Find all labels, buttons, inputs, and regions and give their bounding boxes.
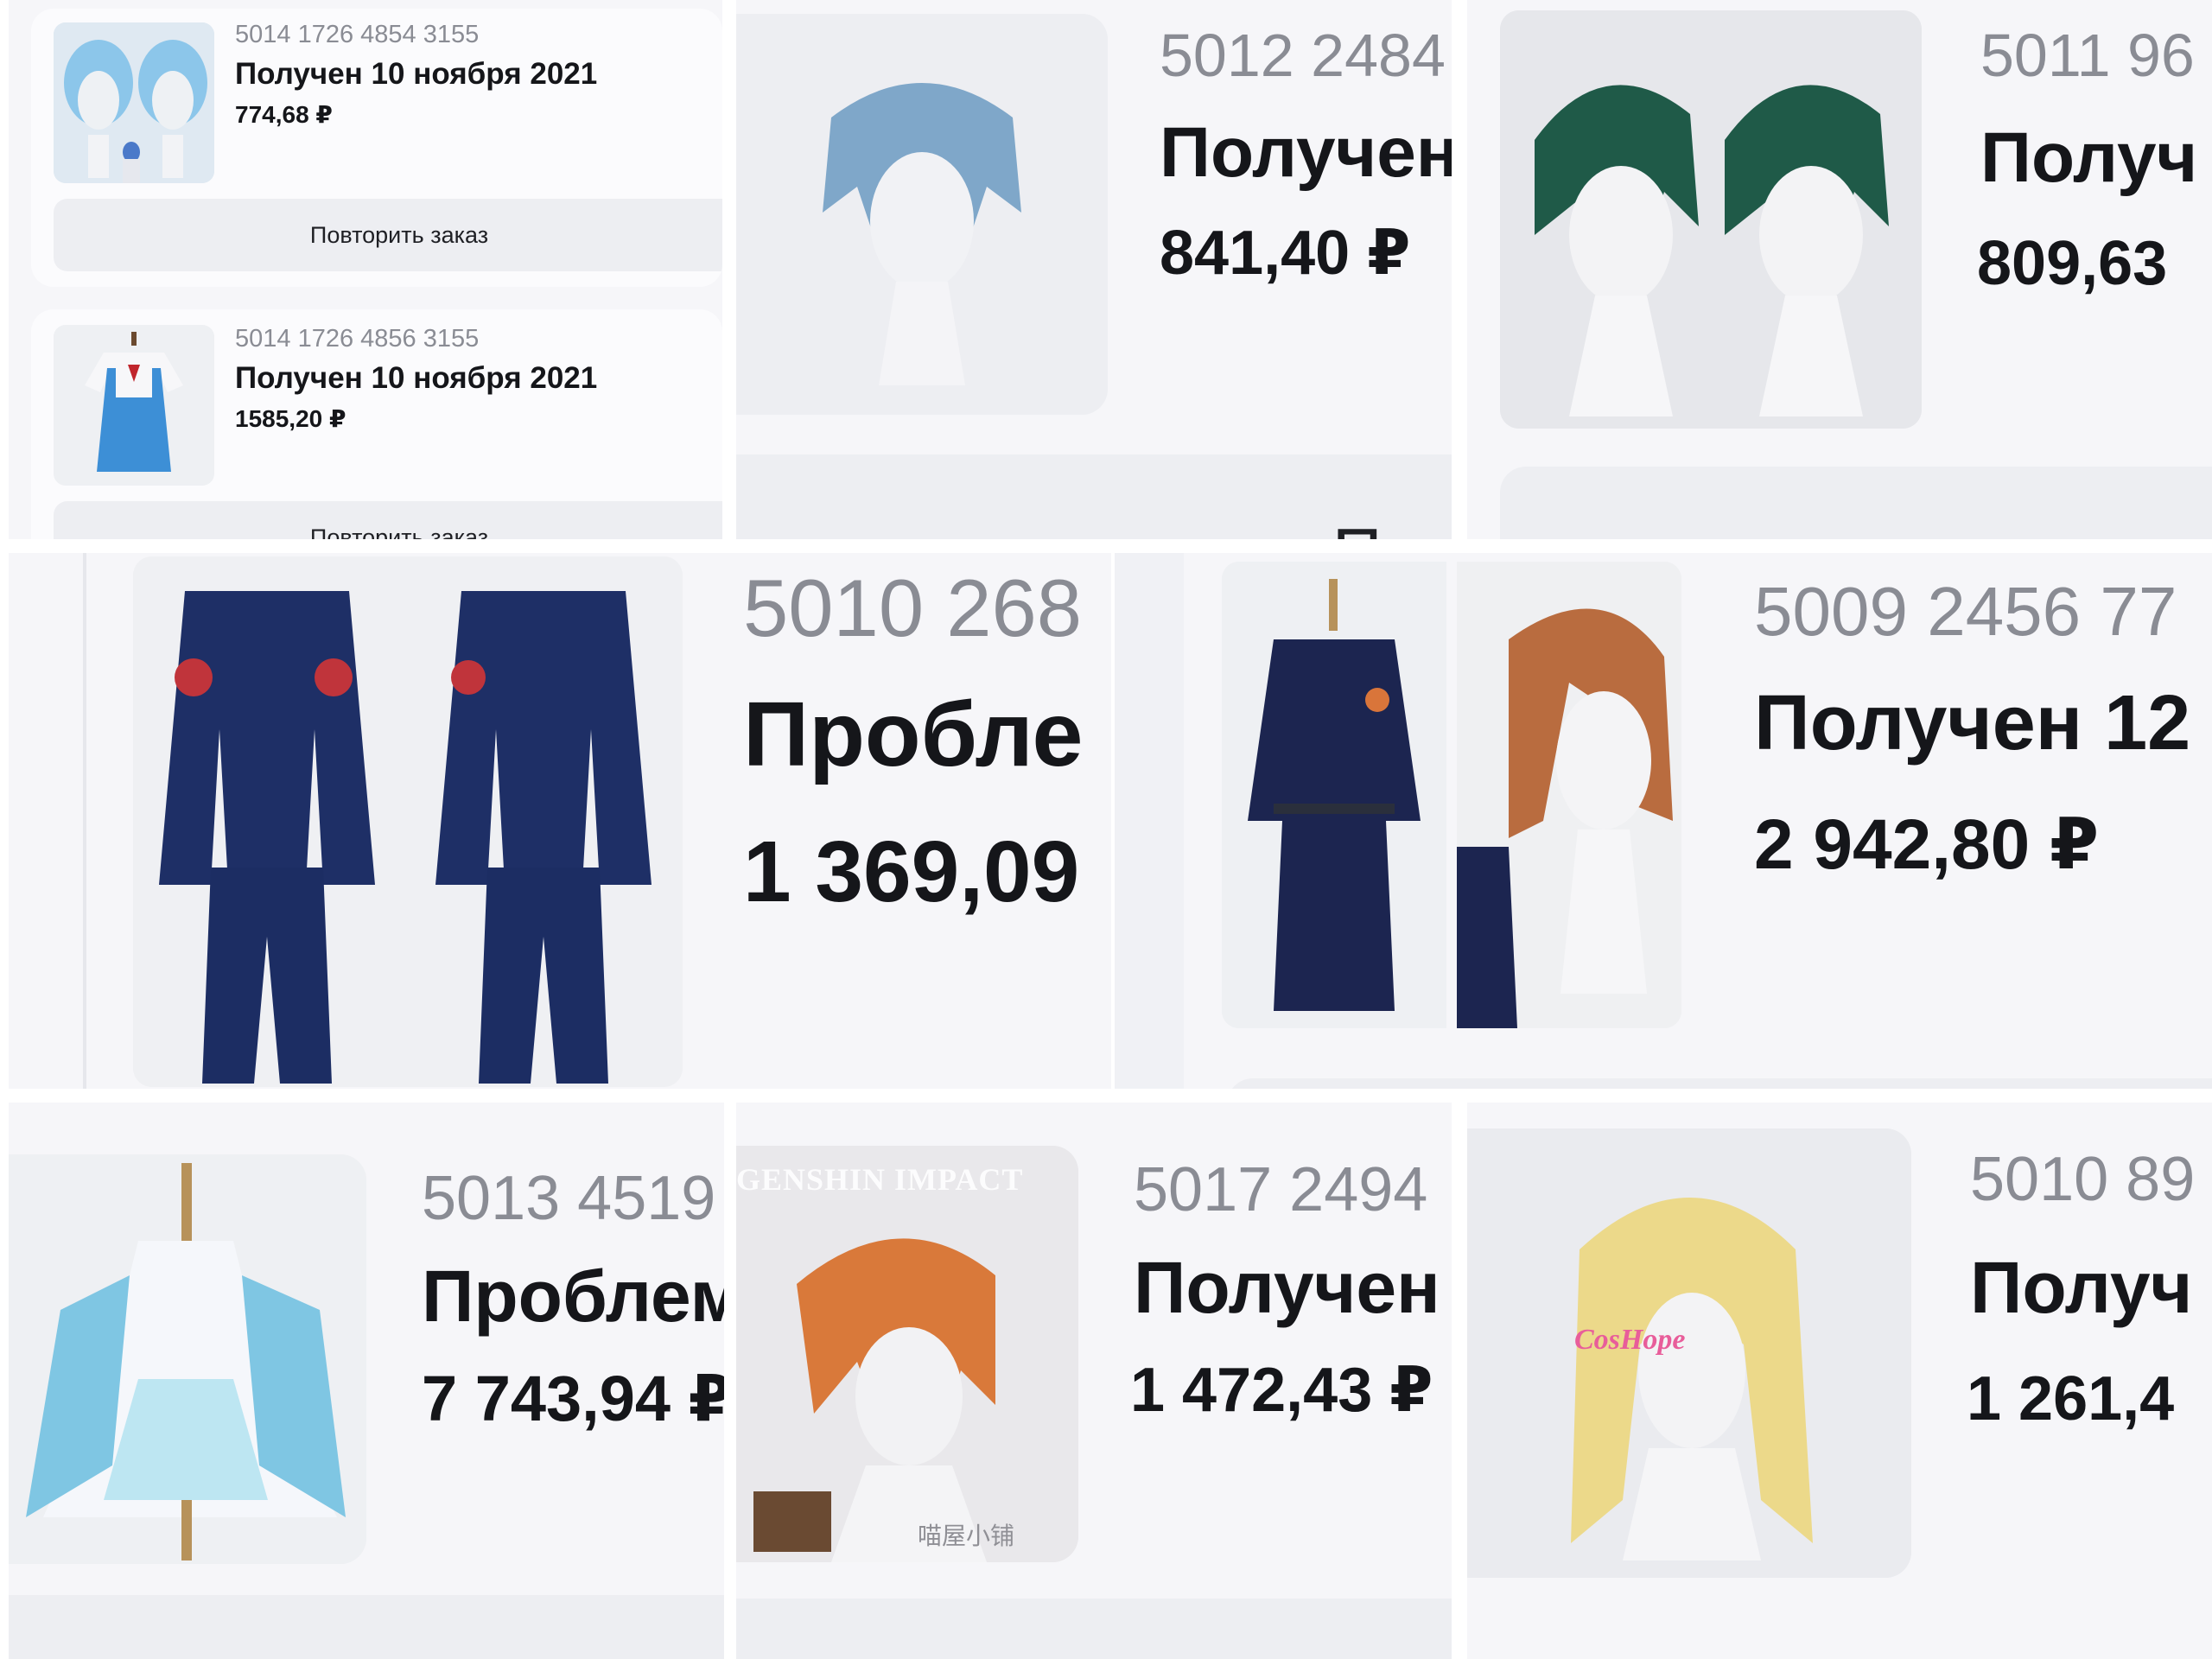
tile-order-5011[interactable]: 5011 96 Получ 809,63 [1467, 0, 2212, 539]
divider [0, 539, 2212, 553]
repeat-order-button-partial[interactable] [1500, 467, 2212, 539]
order-price: 1 261,4 [1967, 1364, 2175, 1433]
tile-orders-1: 5014 1726 4854 3155 Получен 10 ноября 20… [9, 0, 722, 539]
blonde-wig-image[interactable] [1467, 1128, 1911, 1578]
card-edge [83, 553, 86, 1089]
divider [0, 1089, 2212, 1103]
light-blue-wig-image[interactable] [736, 14, 1108, 415]
order-price: 841,40 ₽ [1160, 219, 1411, 288]
repeat-order-button-partial[interactable] [9, 1595, 724, 1659]
repeat-order-button[interactable]: Повторить заказ [54, 501, 722, 539]
order-price: 7 743,94 ₽ [422, 1363, 724, 1434]
order-price: 809,63 [1977, 229, 2168, 298]
watermark-text: CosHope [1574, 1324, 1686, 1356]
dress-costume-image[interactable] [9, 1154, 366, 1564]
order-number: 5010 268 [743, 563, 1083, 653]
order-price: 1 369,09 [743, 823, 1080, 920]
tile-order-5010-89[interactable]: CosHope 5010 89 Получ 1 261,4 [1467, 1103, 2212, 1659]
order-price: 2 942,80 ₽ [1754, 805, 2100, 884]
divider [1452, 0, 1467, 539]
green-wig-image[interactable] [1500, 10, 1922, 429]
watermark-small-text: 喵屋小铺 [918, 1522, 1015, 1550]
order-number: 5009 2456 77 [1754, 573, 2177, 650]
order-price: 1 472,43 ₽ [1130, 1356, 1433, 1425]
repeat-order-button-partial[interactable] [736, 1599, 1452, 1659]
tile-order-5009[interactable]: 5009 2456 77 Получен 12 2 942,80 ₽ [1115, 553, 2212, 1089]
navy-uniform-image[interactable] [133, 556, 683, 1087]
order-number: 5012 2484 [1160, 22, 1446, 89]
tile-order-5013[interactable]: 5013 4519 Проблем 7 743,94 ₽ [9, 1103, 724, 1659]
tile-order-5012[interactable]: 5012 2484 Получен 841,40 ₽ Повт [736, 0, 1452, 539]
order-number: 5011 96 [1980, 22, 2195, 89]
tile-order-5017[interactable]: GENSHIN IMPACT 喵屋小铺 5017 2494 Получен 1 … [736, 1103, 1452, 1659]
order-card[interactable]: 5014 1726 4856 3155 Получен 10 ноября 20… [31, 309, 722, 539]
order-number: 5010 89 [1970, 1145, 2196, 1214]
order-number: 5017 2494 [1134, 1155, 1428, 1224]
repeat-order-button-partial[interactable] [1227, 1078, 2212, 1089]
order-status: Пробле [743, 683, 1084, 785]
order-status: Получ [1980, 118, 2198, 197]
order-card[interactable]: 5014 1726 4854 3155 Получен 10 ноября 20… [31, 9, 722, 287]
order-status: Получен [1160, 113, 1452, 192]
brown-wig-image[interactable] [1457, 562, 1681, 1028]
order-number: 5013 4519 [422, 1164, 716, 1233]
order-number: 5014 1726 4856 3155 [235, 325, 480, 353]
watermark-text: GENSHIN IMPACT [736, 1162, 1024, 1197]
order-price: 1585,20 ₽ [235, 405, 346, 432]
divider [1452, 1103, 1467, 1659]
orange-wig-image[interactable] [736, 1146, 1078, 1562]
school-uniform-image[interactable] [54, 325, 214, 486]
repeat-order-button[interactable]: Повт [736, 454, 1452, 539]
order-status: Получен 10 ноября 2021 [235, 361, 598, 395]
order-status: Получен 10 ноября 2021 [235, 57, 598, 91]
blue-wig-image[interactable] [54, 22, 214, 183]
repeat-order-button[interactable]: Повторить заказ [54, 199, 722, 271]
jacket-uniform-image[interactable] [1222, 562, 1446, 1028]
order-status: Получен 12 [1754, 680, 2191, 766]
order-status: Получен [1134, 1247, 1440, 1328]
order-status: Проблем [422, 1255, 724, 1337]
order-number: 5014 1726 4854 3155 [235, 21, 480, 48]
card-edge [1115, 553, 1184, 1089]
order-status: Получ [1970, 1247, 2193, 1328]
order-price: 774,68 ₽ [235, 101, 333, 128]
tile-order-5010-268[interactable]: 5010 268 Пробле 1 369,09 [9, 553, 1111, 1089]
divider [722, 0, 736, 539]
divider [724, 1103, 736, 1659]
